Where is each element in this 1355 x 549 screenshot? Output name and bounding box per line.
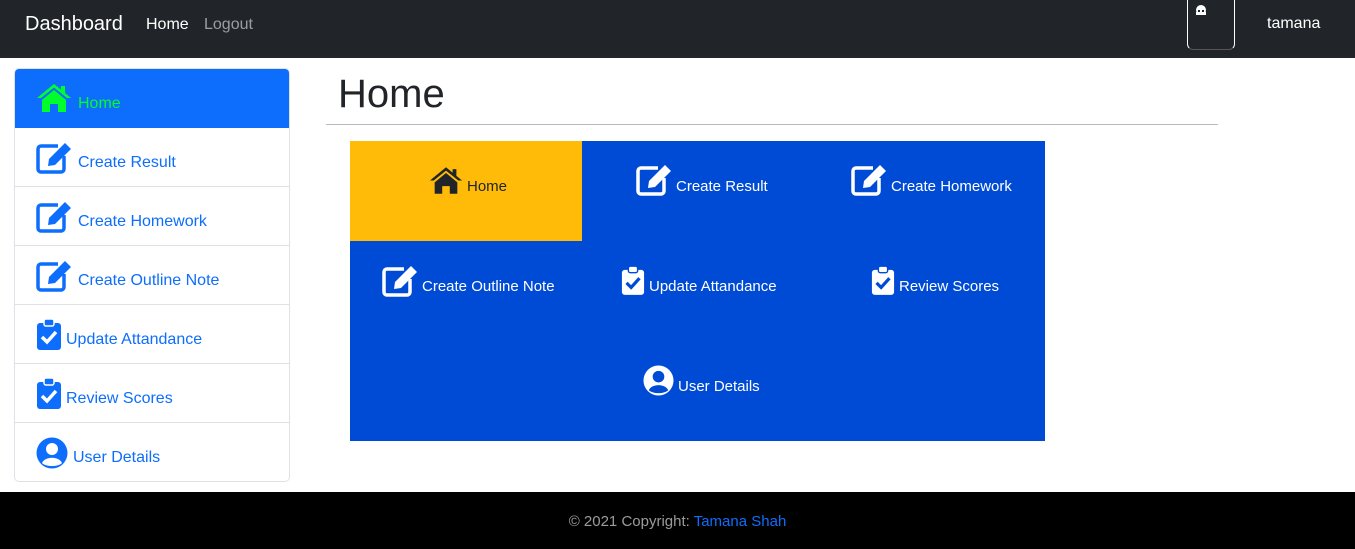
home-icon [429,167,463,194]
sidebar-item-label: Create Outline Note [78,272,220,289]
footer: © 2021 Copyright: Tamana Shah [0,492,1355,549]
tile-label: Home [467,178,508,195]
clipboard-check-icon [621,265,645,295]
tile-label: Review Scores [899,278,1000,295]
tile-label: Create Homework [891,178,1012,195]
edit-icon [382,266,417,297]
sidebar-item-create-result[interactable]: Create Result [15,128,289,187]
clipboard-check-icon [37,319,61,350]
tile-label: Create Result [676,178,768,195]
sidebar-item-user-details[interactable]: User Details [15,423,289,481]
tile-label: User Details [678,378,760,395]
nav-logout-link[interactable]: Logout [204,16,253,34]
sidebar-item-review-scores[interactable]: Review Scores [15,364,289,423]
home-icon [37,84,71,112]
top-navbar: Dashboard Home Logout tamana [0,0,1355,58]
sidebar-item-label: Home [78,95,121,112]
edit-icon [636,165,671,196]
copyright-prefix: © 2021 Copyright: [568,513,690,530]
author-link[interactable]: Tamana Shah [694,513,787,530]
page-title: Home [338,72,445,116]
sidebar-item-label: Create Result [78,154,176,171]
user-circle-icon [36,437,68,469]
tile-home[interactable]: Home [350,141,582,241]
user-circle-icon [643,365,674,396]
brand-link[interactable]: Dashboard [25,13,123,36]
sidebar-item-label: Update Attandance [66,331,203,348]
edit-icon [36,202,71,233]
sidebar-item-home[interactable]: Home [15,69,289,128]
clipboard-check-icon [871,265,895,295]
username-label[interactable]: tamana [1267,15,1320,33]
tile-label: Create Outline Note [422,278,555,295]
sidebar-item-label: Review Scores [66,390,173,407]
sidebar-item-update-attandance[interactable]: Update Attandance [15,305,289,364]
sidebar-item-create-outline-note[interactable]: Create Outline Note [15,246,289,305]
sidebar-item-label: Create Homework [78,213,207,230]
clipboard-check-icon [37,378,61,409]
avatar[interactable] [1187,0,1235,50]
nav-home-link[interactable]: Home [146,16,189,34]
sidebar-item-label: User Details [73,449,161,466]
copyright-text: © 2021 Copyright: Tamana Shah [0,513,1355,530]
tile-label: Update Attandance [649,278,777,295]
sidebar-item-create-homework[interactable]: Create Homework [15,187,289,246]
edit-icon [36,261,71,292]
edit-icon [851,165,886,196]
edit-icon [36,143,71,174]
sidebar: Home Create Result Create Homework Creat… [14,68,290,482]
title-divider [326,124,1218,125]
avatar-image-icon [1196,5,1206,15]
